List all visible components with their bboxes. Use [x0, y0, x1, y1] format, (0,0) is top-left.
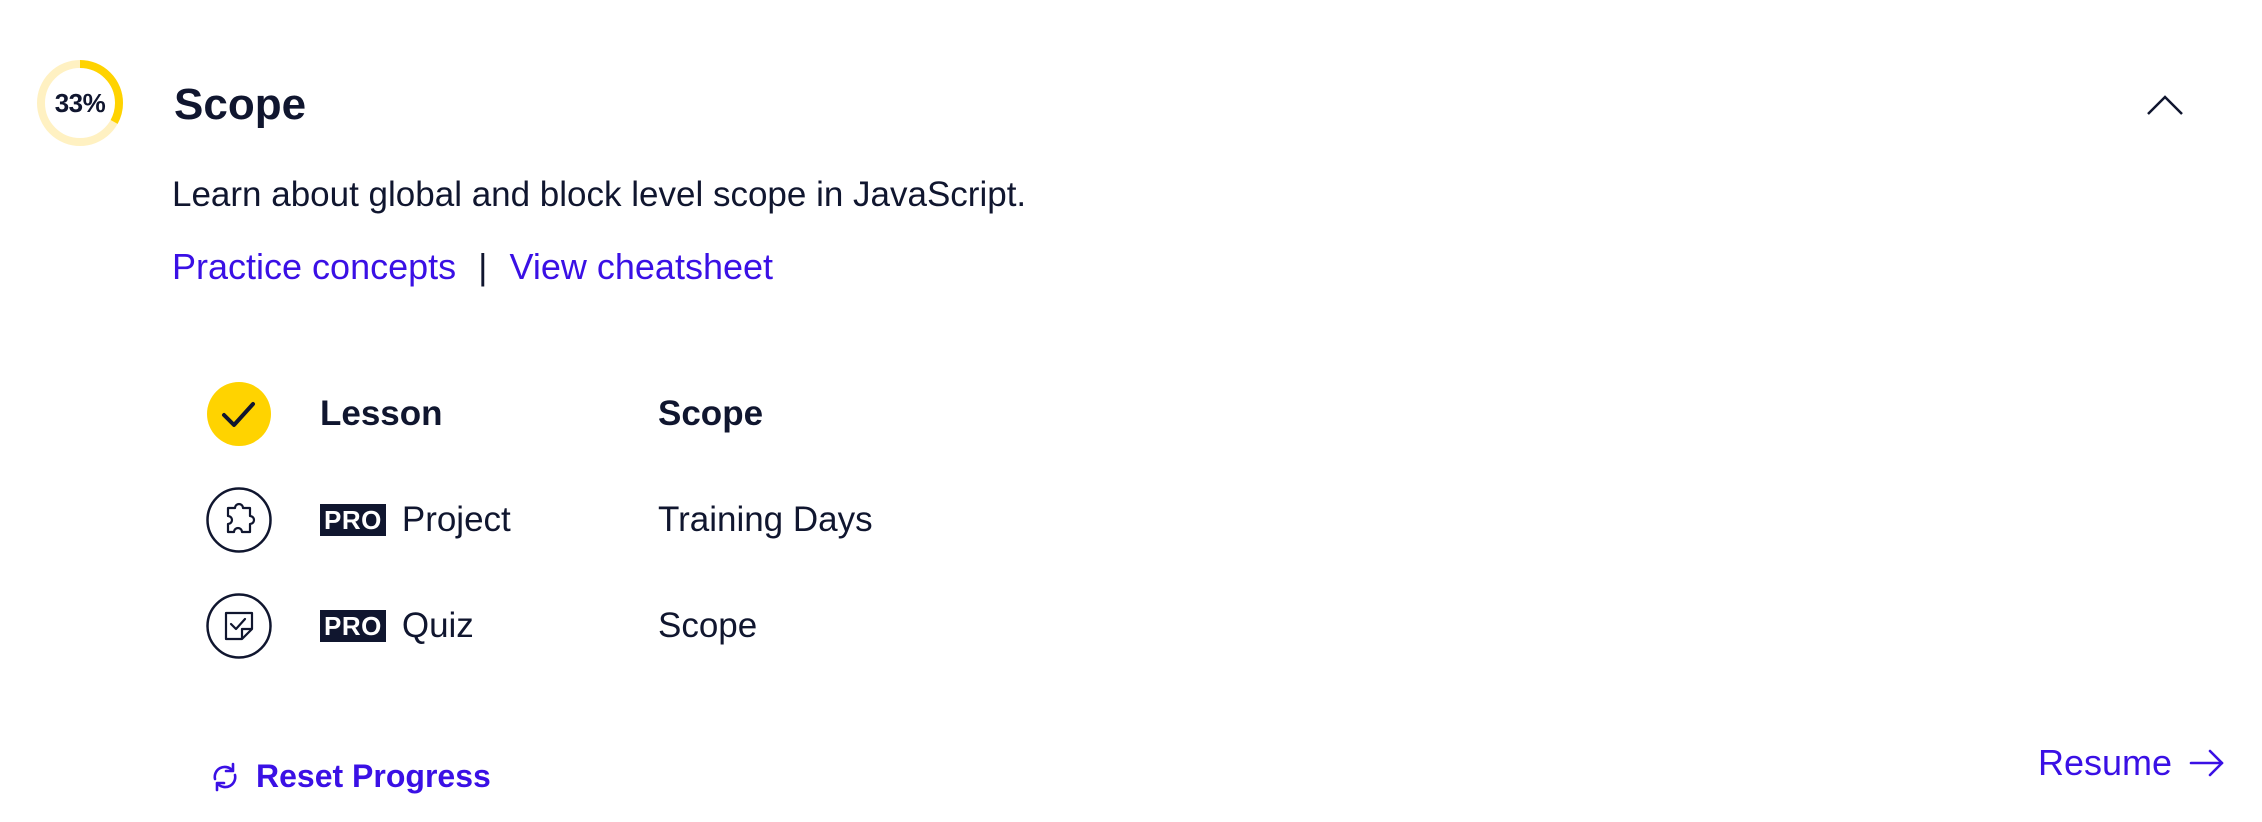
item-type: Project	[401, 500, 511, 539]
reset-progress-button[interactable]: Reset Progress	[208, 758, 491, 795]
chevron-up-icon	[2147, 95, 2183, 115]
status-not-started	[206, 593, 272, 659]
practice-concepts-link[interactable]: Practice concepts	[172, 244, 456, 290]
status-not-started	[206, 487, 272, 553]
collapse-button[interactable]	[2140, 82, 2190, 132]
item-name: Scope	[658, 606, 758, 645]
content-item-quiz[interactable]: PRO Quiz Scope	[206, 592, 757, 660]
view-cheatsheet-link[interactable]: View cheatsheet	[510, 244, 774, 290]
status-completed	[206, 381, 272, 447]
module-progress-ring: 33%	[35, 58, 125, 148]
link-separator: |	[478, 246, 488, 287]
pro-badge: PRO	[320, 504, 386, 536]
refresh-icon	[213, 762, 237, 791]
item-type-cell: PRO Project	[320, 486, 511, 554]
content-item-lesson[interactable]: Lesson Scope	[206, 380, 763, 448]
arrow-right-icon	[2189, 749, 2224, 777]
resume-button[interactable]: Resume	[2038, 742, 2226, 784]
module-description: Learn about global and block level scope…	[172, 175, 1027, 214]
quiz-icon	[206, 593, 272, 659]
puzzle-icon	[206, 487, 272, 553]
resume-label: Resume	[2038, 742, 2173, 783]
item-type: Lesson	[320, 394, 443, 433]
item-type-cell: PRO Quiz	[320, 592, 474, 660]
item-name: Training Days	[658, 500, 873, 539]
module-links: Practice concepts | View cheatsheet	[172, 244, 773, 290]
item-name: Scope	[658, 394, 764, 433]
reset-progress-label: Reset Progress	[256, 758, 491, 794]
content-item-project[interactable]: PRO Project Training Days	[206, 486, 873, 554]
module-title: Scope	[174, 80, 307, 129]
pro-badge: PRO	[320, 610, 386, 642]
check-circle-icon	[207, 382, 271, 446]
progress-percent: 33%	[54, 87, 106, 118]
item-type: Quiz	[401, 606, 474, 645]
